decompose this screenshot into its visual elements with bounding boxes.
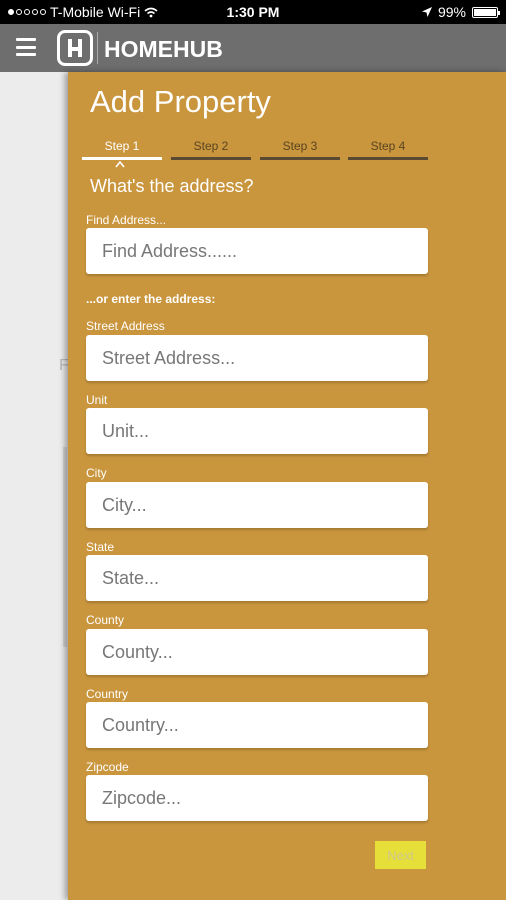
- app-bar: HOMEHUB: [0, 24, 506, 72]
- city-label: City: [86, 466, 107, 480]
- battery-percent: 99%: [437, 4, 466, 20]
- country-input[interactable]: [86, 702, 428, 748]
- tab-step-3[interactable]: Step 3: [260, 139, 340, 160]
- add-property-panel: Add Property Step 1 Step 2 Step 3 Step 4…: [68, 72, 506, 900]
- street-address-label: Street Address: [86, 319, 165, 333]
- unit-label: Unit: [86, 393, 108, 407]
- tab-step-2[interactable]: Step 2: [171, 139, 251, 160]
- battery-level-fill: [474, 8, 496, 16]
- page-title: Add Property: [90, 84, 271, 119]
- county-input[interactable]: [86, 629, 428, 675]
- location-arrow-icon: [421, 7, 432, 17]
- find-address-label: Find Address...: [86, 213, 167, 227]
- menu-icon[interactable]: [16, 38, 36, 56]
- find-address-input[interactable]: [86, 228, 428, 274]
- section-heading: What's the address?: [90, 176, 254, 196]
- status-bar: T-Mobile Wi-Fi 1:30 PM 99%: [0, 0, 506, 24]
- status-right: 99%: [421, 4, 500, 20]
- zipcode-label: Zipcode: [86, 760, 129, 774]
- manual-entry-label: ...or enter the address:: [86, 292, 216, 306]
- step-tabs: Step 1 Step 2 Step 3 Step 4: [82, 139, 428, 160]
- active-step-caret-icon: [115, 160, 125, 168]
- country-label: Country: [86, 687, 129, 701]
- street-address-input[interactable]: [86, 335, 428, 381]
- tab-step-1[interactable]: Step 1: [82, 139, 162, 160]
- unit-input[interactable]: [86, 408, 428, 454]
- battery-icon: [472, 6, 500, 18]
- brand-name: HOMEHUB: [104, 36, 223, 62]
- county-label: County: [86, 613, 125, 627]
- tab-step-4[interactable]: Step 4: [348, 139, 428, 160]
- logo-divider: [97, 32, 98, 64]
- state-input[interactable]: [86, 555, 428, 601]
- state-label: State: [86, 540, 115, 554]
- next-button[interactable]: Next: [375, 841, 426, 869]
- background-page: F: [0, 72, 69, 900]
- city-input[interactable]: [86, 482, 428, 528]
- zipcode-input[interactable]: [86, 775, 428, 821]
- background-page-divider: [63, 447, 67, 647]
- homehub-logo-icon: [57, 30, 93, 66]
